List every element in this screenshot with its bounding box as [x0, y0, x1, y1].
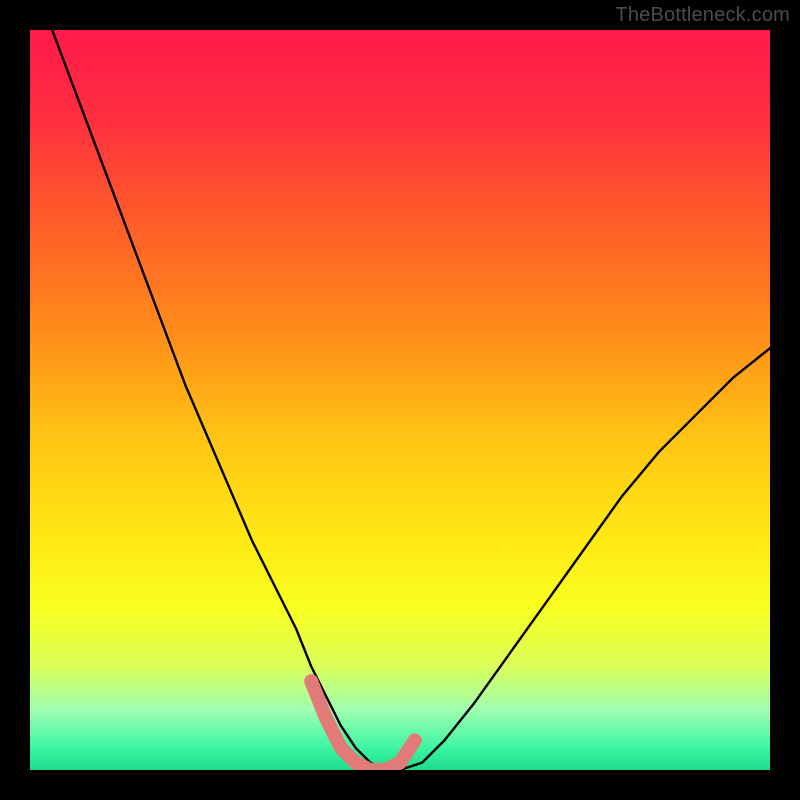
watermark-text: TheBottleneck.com [615, 4, 790, 27]
chart-frame: TheBottleneck.com [0, 0, 800, 800]
bottleneck-chart [30, 30, 770, 770]
gradient-background [30, 30, 770, 770]
